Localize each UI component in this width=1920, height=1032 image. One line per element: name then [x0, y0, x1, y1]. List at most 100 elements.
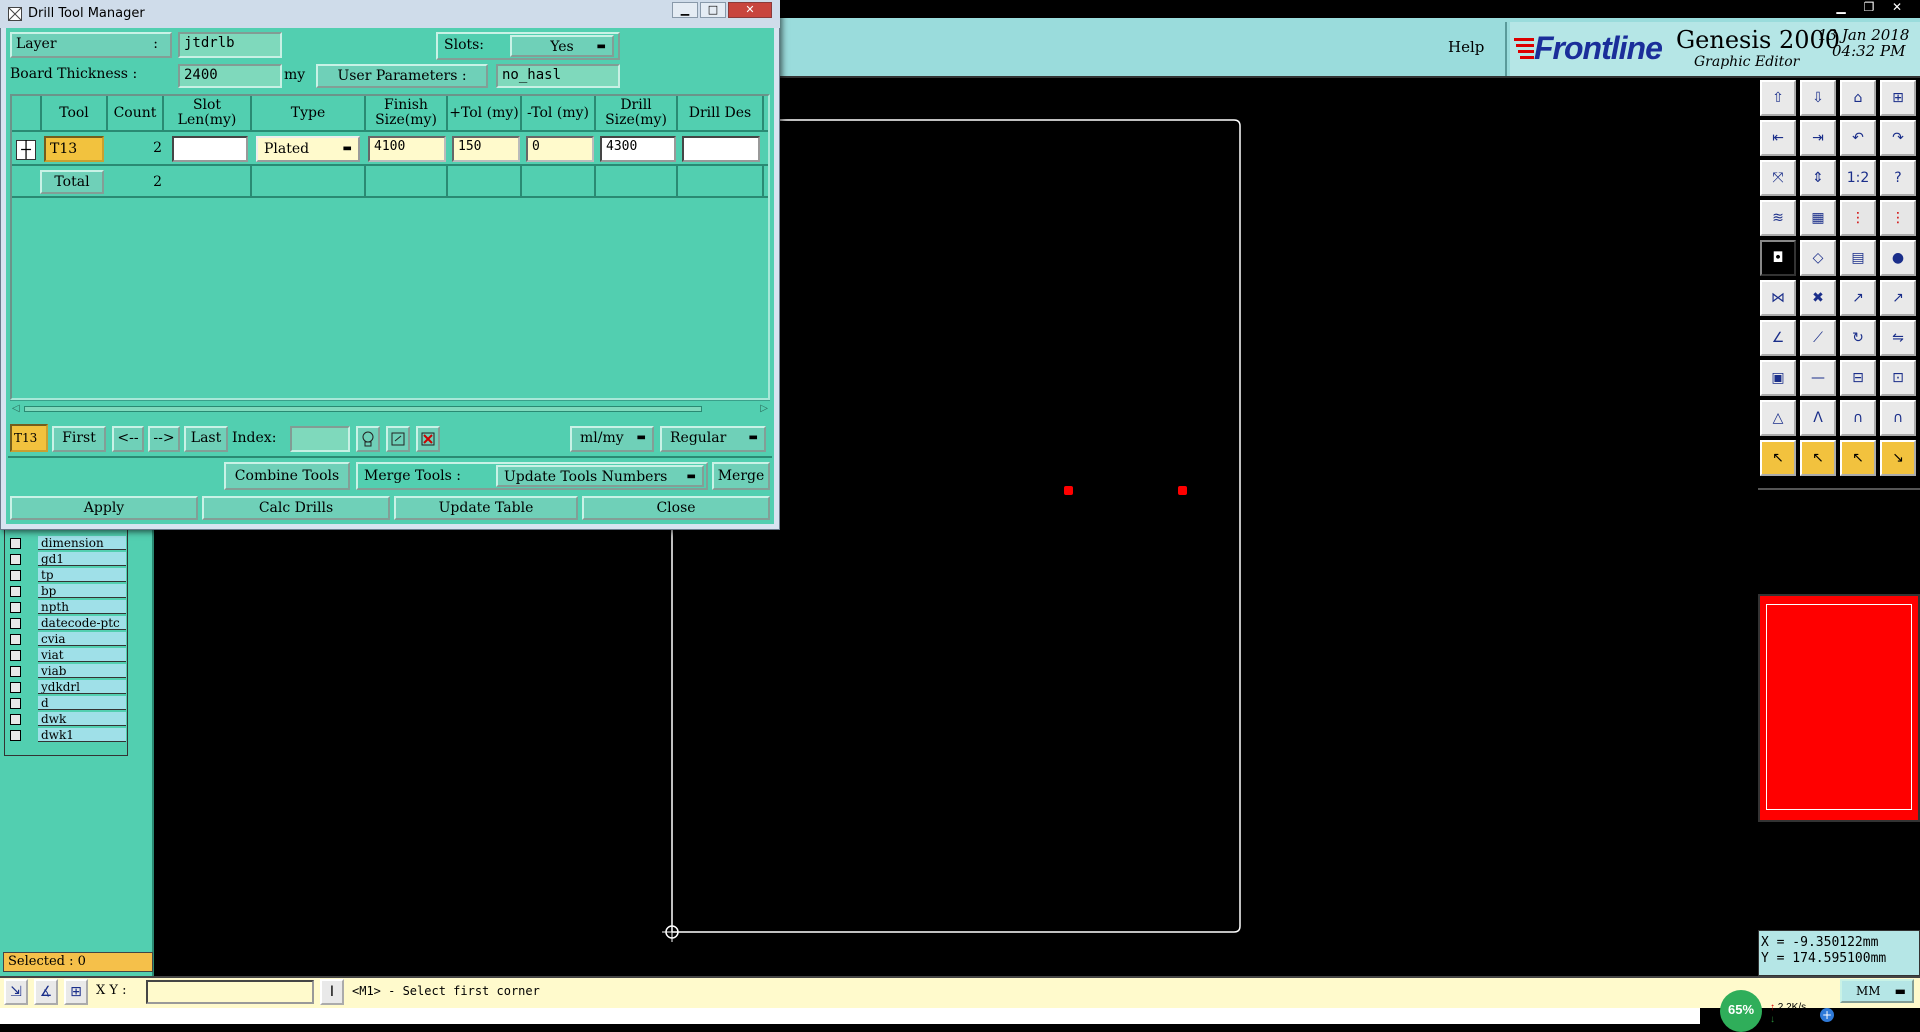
- column-header[interactable]: Drill Size(my): [596, 96, 678, 130]
- first-button[interactable]: First: [52, 426, 106, 452]
- drill-size-input[interactable]: 4300: [600, 136, 676, 162]
- scroll-right-icon[interactable]: ▷: [760, 403, 768, 414]
- expand-icon[interactable]: ┼: [16, 140, 36, 160]
- layer-list-item[interactable]: cvia: [8, 632, 126, 647]
- angle-a-icon[interactable]: Λ: [1800, 400, 1836, 436]
- measure-icon[interactable]: ∡: [34, 979, 58, 1005]
- pan-left-icon[interactable]: ⇤: [1760, 120, 1796, 156]
- layer-checkbox[interactable]: [10, 634, 21, 645]
- rotate-icon[interactable]: ↻: [1840, 320, 1876, 356]
- layer-list-item[interactable]: npth: [8, 600, 126, 615]
- layer-stack-icon[interactable]: ≋: [1760, 200, 1796, 236]
- grid-icon[interactable]: ⊞: [64, 979, 88, 1005]
- help-menu[interactable]: Help: [1448, 38, 1498, 60]
- fit-all-icon[interactable]: ⤧: [1760, 160, 1796, 196]
- plus-tol-input[interactable]: 150: [452, 136, 520, 162]
- column-header[interactable]: Count: [108, 96, 164, 130]
- column-header[interactable]: -Tol (my): [522, 96, 596, 130]
- connect-point-icon[interactable]: ↗: [1840, 280, 1876, 316]
- horizontal-scrollbar[interactable]: ◁ ▷: [10, 400, 770, 416]
- units-toggle[interactable]: ml/my ▬: [570, 426, 654, 452]
- layer-list-item[interactable]: viab: [8, 664, 126, 679]
- close-app-icon[interactable]: ✕: [1886, 0, 1908, 16]
- route-pointer-icon[interactable]: ↘: [1880, 440, 1916, 476]
- prev-button[interactable]: <--: [112, 426, 144, 452]
- type-select[interactable]: Plated ▬: [256, 136, 360, 162]
- redo-icon[interactable]: ↷: [1880, 120, 1916, 156]
- dialog-close-icon[interactable]: ✕: [728, 2, 772, 18]
- column-header[interactable]: Finish Size(my): [366, 96, 448, 130]
- camera-icon[interactable]: ◘: [1760, 240, 1796, 276]
- dialog-minimize-icon[interactable]: ▁: [672, 2, 698, 18]
- ruler-icon[interactable]: ▤: [1840, 240, 1876, 276]
- layer-list-item[interactable]: dwk: [8, 712, 126, 727]
- network-gauge[interactable]: 65%: [1720, 990, 1762, 1032]
- layer-list-item[interactable]: bp: [8, 584, 126, 599]
- next-button[interactable]: -->: [148, 426, 180, 452]
- home-up-icon[interactable]: ⇧: [1760, 80, 1796, 116]
- layer-list-item[interactable]: datecode-ptc: [8, 616, 126, 631]
- minus-line-icon[interactable]: —: [1800, 360, 1836, 396]
- user-parameters-input[interactable]: no_hasl: [496, 64, 620, 88]
- line-draw-icon[interactable]: ∠: [1760, 320, 1796, 356]
- home-icon[interactable]: ⌂: [1840, 80, 1876, 116]
- scrollbar-thumb[interactable]: [24, 406, 702, 412]
- scroll-left-icon[interactable]: ◁: [12, 403, 20, 414]
- layer-list-item[interactable]: d: [8, 696, 126, 711]
- layer-checkbox[interactable]: [10, 538, 21, 549]
- arc-a-alt-icon[interactable]: ∩: [1880, 400, 1916, 436]
- pan-right-icon[interactable]: ⇥: [1800, 120, 1836, 156]
- triangle-icon[interactable]: △: [1760, 400, 1796, 436]
- arc-a-icon[interactable]: ∩: [1840, 400, 1876, 436]
- layer-checkbox[interactable]: [10, 602, 21, 613]
- refresh-icon[interactable]: [386, 426, 410, 452]
- layer-checkbox[interactable]: [10, 714, 21, 725]
- select-pointer-icon[interactable]: ↖: [1800, 440, 1836, 476]
- xy-input[interactable]: [146, 980, 314, 1004]
- column-header[interactable]: +Tol (my): [448, 96, 522, 130]
- mode-select[interactable]: Regular ▬: [660, 426, 766, 452]
- dialog-maximize-icon[interactable]: □: [700, 2, 726, 18]
- layer-button[interactable]: Layer :: [10, 32, 172, 58]
- merge-button[interactable]: Merge: [712, 462, 770, 490]
- lasso-pointer-icon[interactable]: ↖: [1840, 440, 1876, 476]
- calc-drills-button[interactable]: Calc Drills: [202, 496, 390, 520]
- text-cursor-icon[interactable]: I: [320, 979, 344, 1005]
- index-input[interactable]: [290, 426, 350, 452]
- window-split-icon[interactable]: ⊞: [1880, 80, 1916, 116]
- drill-des-input[interactable]: [682, 136, 760, 162]
- pointer-icon[interactable]: ↖: [1760, 440, 1796, 476]
- slot-len-input[interactable]: [172, 136, 248, 162]
- layer-checkbox[interactable]: [10, 650, 21, 661]
- apply-button[interactable]: Apply: [10, 496, 198, 520]
- node-link-icon[interactable]: ⋈: [1760, 280, 1796, 316]
- thickness-input[interactable]: 2400: [178, 64, 282, 88]
- add-pad-icon[interactable]: ▣: [1760, 360, 1796, 396]
- drill-pad[interactable]: [1064, 486, 1073, 495]
- layer-checkbox[interactable]: [10, 666, 21, 677]
- layer-checkbox[interactable]: [10, 570, 21, 581]
- tool-cell[interactable]: T13: [44, 136, 104, 162]
- help-query-icon[interactable]: ?: [1880, 160, 1916, 196]
- layer-list-item[interactable]: gd1: [8, 552, 126, 567]
- delete-icon[interactable]: [416, 426, 440, 452]
- dimension-icon[interactable]: ⊟: [1840, 360, 1876, 396]
- layer-checkbox[interactable]: [10, 730, 21, 741]
- plus-icon[interactable]: +: [1820, 1008, 1834, 1022]
- fit-vertical-icon[interactable]: ⇕: [1800, 160, 1836, 196]
- save-icon[interactable]: ⇩: [1800, 80, 1836, 116]
- connect-point-alt-icon[interactable]: ↗: [1880, 280, 1916, 316]
- layer-list-item[interactable]: dwk1: [8, 728, 126, 743]
- dialog-titlebar[interactable]: Drill Tool Manager ▁ □ ✕: [0, 0, 780, 28]
- undo-icon[interactable]: ↶: [1840, 120, 1876, 156]
- update-table-button[interactable]: Update Table: [394, 496, 578, 520]
- finish-size-input[interactable]: 4100: [368, 136, 446, 162]
- snap-icon[interactable]: ⊡: [1880, 360, 1916, 396]
- last-button[interactable]: Last: [184, 426, 228, 452]
- layer-checkbox[interactable]: [10, 698, 21, 709]
- column-header[interactable]: Slot Len(my): [164, 96, 252, 130]
- drill-pad[interactable]: [1178, 486, 1187, 495]
- grid-icon[interactable]: ▦: [1800, 200, 1836, 236]
- pad-dot-icon[interactable]: ●: [1880, 240, 1916, 276]
- close-button[interactable]: Close: [582, 496, 770, 520]
